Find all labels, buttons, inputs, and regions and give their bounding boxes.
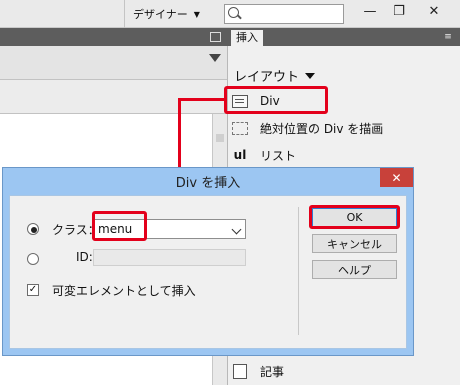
annotation-highlight-ok — [309, 205, 400, 229]
search-icon — [228, 7, 239, 18]
help-search-input[interactable] — [224, 4, 344, 24]
help-button[interactable]: ヘルプ — [312, 260, 397, 279]
cancel-button[interactable]: キャンセル — [312, 234, 397, 253]
dialog-title: Div を挿入 — [175, 175, 241, 191]
flex-element-checkbox[interactable]: ✓ — [27, 284, 39, 296]
ul-icon: ul — [233, 148, 247, 162]
workspace-switcher[interactable]: デザイナー ▼ — [124, 0, 214, 28]
document-subtoolbar — [0, 80, 227, 114]
article-icon — [232, 363, 248, 379]
id-input[interactable] — [93, 249, 246, 266]
maximize-panel-icon[interactable] — [210, 32, 221, 42]
dialog-separator — [298, 207, 299, 335]
chevron-down-icon: ▼ — [193, 9, 200, 19]
minimize-button[interactable]: — — [356, 0, 384, 22]
chevron-down-icon — [231, 224, 242, 235]
document-panel-header — [0, 28, 227, 46]
workspace-label: デザイナー — [133, 8, 188, 21]
panel-item-label: リスト — [260, 148, 297, 163]
close-window-button[interactable]: ✕ — [420, 0, 448, 22]
annotation-highlight-class — [92, 211, 147, 241]
annotation-connector — [178, 98, 225, 101]
annotation-highlight-div-item — [224, 86, 328, 114]
flex-element-label: 可変エレメントとして挿入 — [52, 284, 196, 298]
panel-item-label: 絶対位置の Div を描画 — [260, 121, 384, 136]
panel-item-ap-div[interactable]: 絶対位置の Div を描画 — [232, 116, 383, 140]
category-dropdown[interactable]: レイアウト — [234, 66, 316, 85]
panel-item-label: 記事 — [260, 364, 285, 379]
caret-down-icon — [305, 72, 316, 79]
ap-div-icon — [232, 121, 248, 135]
panel-menu-icon[interactable]: ≡ — [438, 30, 458, 44]
restore-button[interactable]: ❐ — [385, 0, 413, 22]
panel-item-list[interactable]: ul リスト — [232, 143, 296, 167]
tab-insert[interactable]: 挿入 — [231, 30, 263, 46]
document-toolbar — [0, 46, 227, 80]
annotation-connector — [178, 98, 181, 170]
dialog-close-button[interactable]: ✕ — [380, 168, 413, 187]
id-label: ID: — [76, 250, 93, 264]
panel-item-article[interactable]: 記事 — [232, 359, 284, 383]
filter-icon[interactable] — [209, 54, 221, 62]
scrollbar-thumb[interactable] — [216, 134, 224, 142]
category-label: レイアウト — [234, 70, 300, 85]
class-radio[interactable] — [27, 223, 39, 235]
id-radio[interactable] — [27, 253, 39, 265]
